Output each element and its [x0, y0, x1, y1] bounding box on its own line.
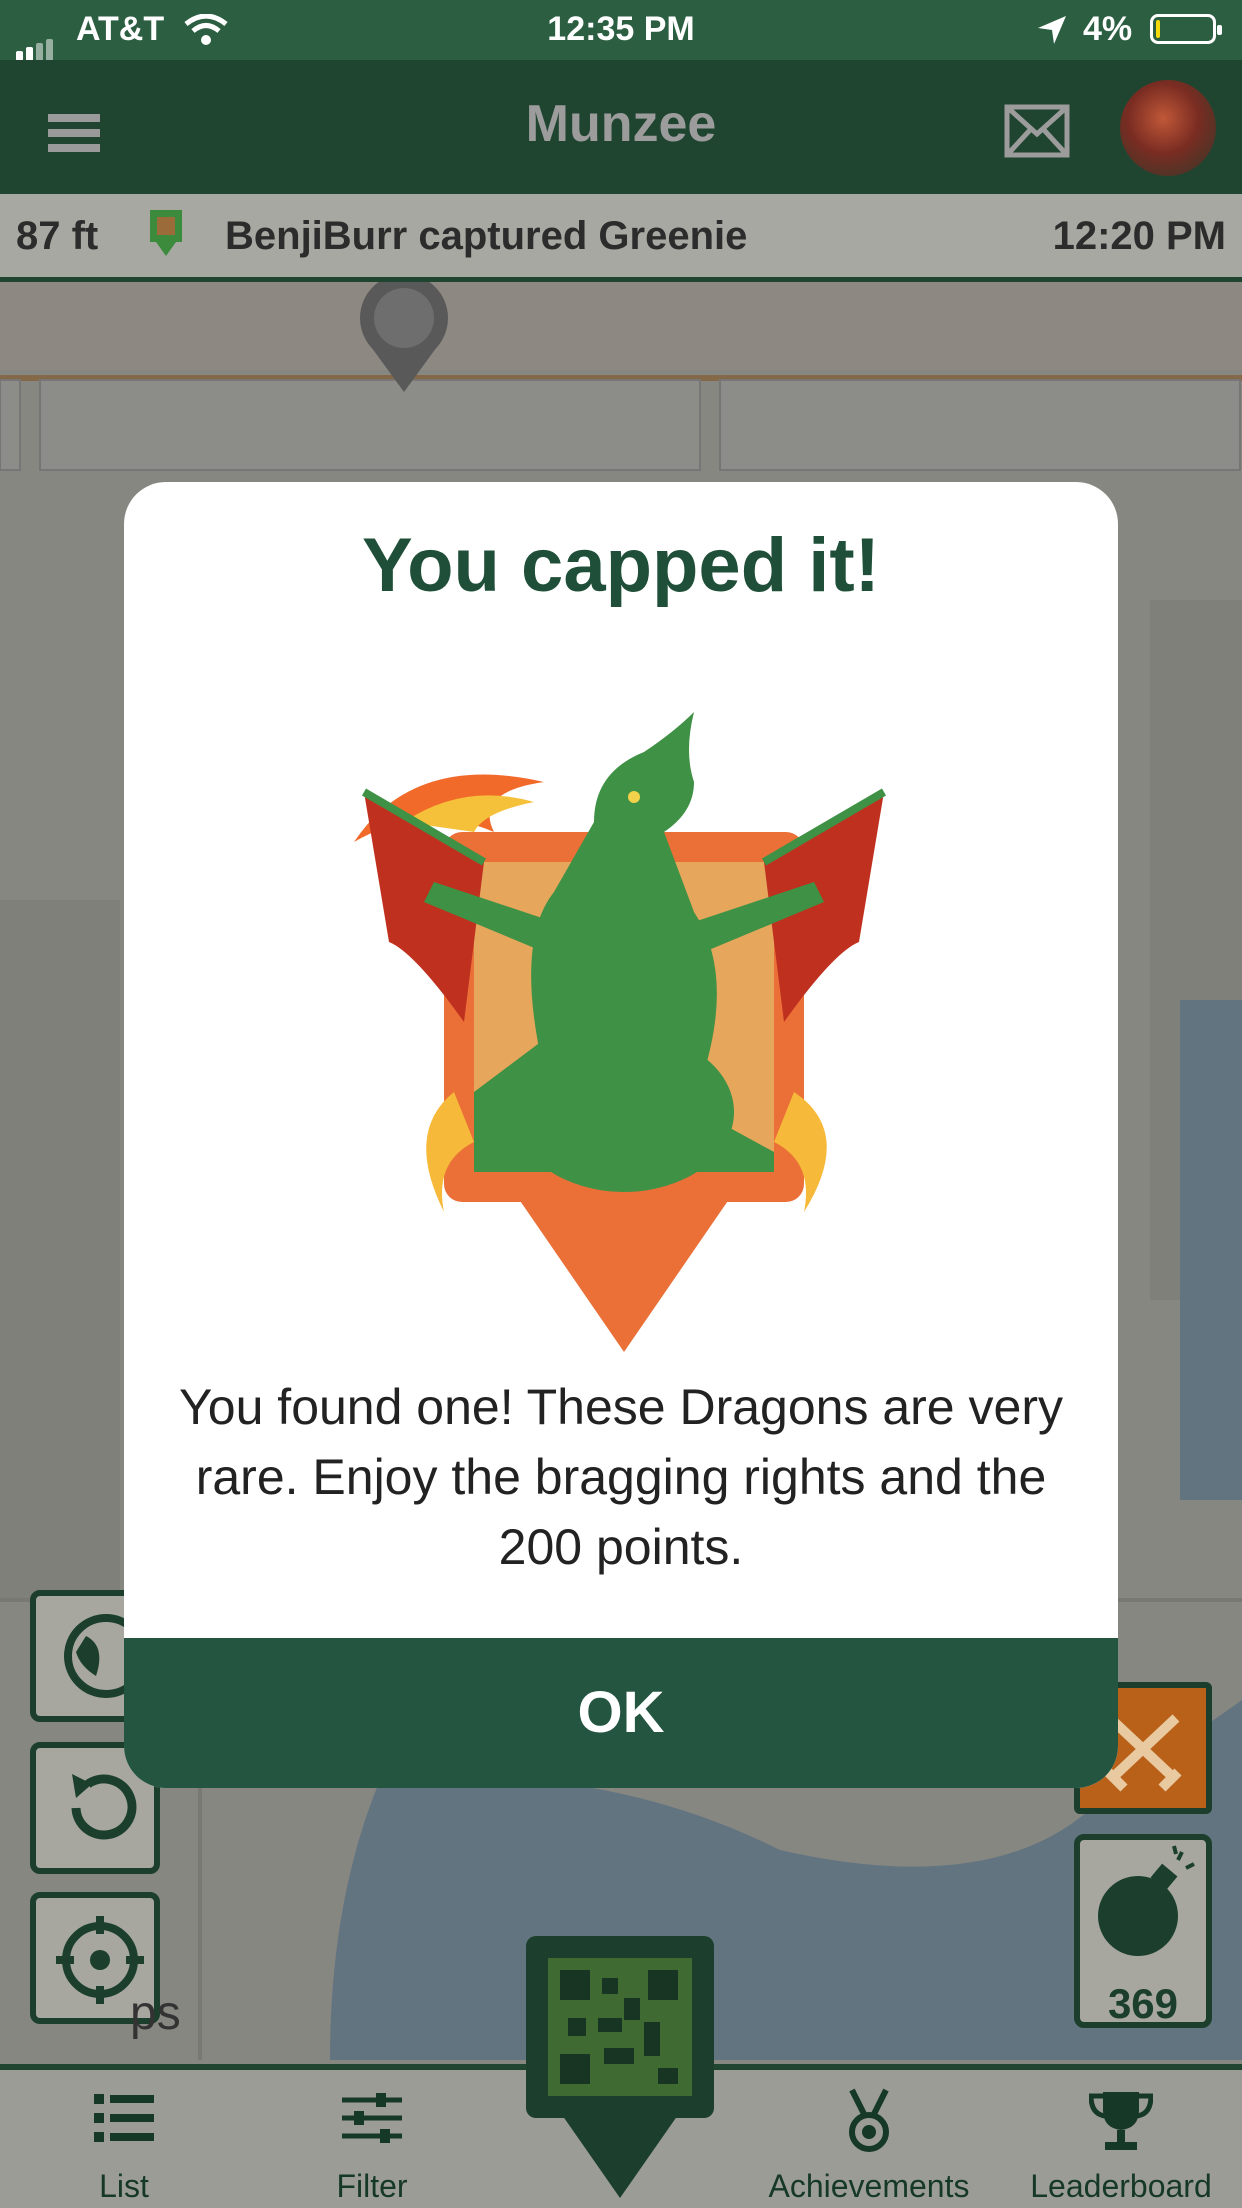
qr-code-icon [548, 1958, 692, 2096]
activity-ticker[interactable]: 87 ft BenjiBurr captured Greenie 12:20 P… [0, 194, 1242, 282]
ok-button[interactable]: OK [124, 1638, 1118, 1788]
capture-button-pointer [560, 2112, 680, 2198]
status-bar: AT&T 12:35 PM 4% [0, 0, 1242, 61]
tab-list[interactable]: List [24, 2070, 224, 2208]
greenie-pin-icon [150, 210, 182, 256]
battery-icon [1150, 14, 1222, 44]
capture-button[interactable] [526, 1936, 714, 2118]
location-arrow-icon [1038, 16, 1066, 44]
tab-filter-label: Filter [336, 2168, 408, 2204]
dragon-munzee-icon [354, 712, 887, 1352]
trophy-icon [1089, 2092, 1153, 2150]
activity-distance: 87 ft [16, 214, 99, 258]
tab-achievements[interactable]: Achievements [764, 2070, 974, 2208]
medal-icon [849, 2088, 889, 2152]
nav-bar: Munzee [0, 60, 1242, 194]
bomb-button[interactable]: 369 [1074, 1834, 1212, 2028]
tab-leaderboard-label: Leaderboard [1030, 2168, 1212, 2204]
dialog-message: You found one! These Dragons are very ra… [179, 1379, 1063, 1575]
map-label: ps [130, 1987, 181, 2040]
list-icon [94, 2094, 154, 2142]
battery-percent: 4% [1083, 10, 1133, 48]
bomb-count: 369 [1107, 1980, 1179, 2027]
mail-icon[interactable] [1004, 104, 1070, 158]
tab-achievements-label: Achievements [768, 2168, 970, 2204]
filter-icon [342, 2093, 402, 2143]
activity-time: 12:20 PM [1052, 214, 1226, 258]
tab-leaderboard[interactable]: Leaderboard [1016, 2070, 1226, 2208]
tab-filter[interactable]: Filter [272, 2070, 472, 2208]
bomb-icon [1098, 1845, 1195, 1956]
avatar[interactable] [1120, 80, 1216, 176]
dialog-heading: You capped it! [362, 523, 880, 608]
capture-dialog: You capped it! You found one! These Drag… [124, 482, 1118, 1788]
activity-message: BenjiBurr captured Greenie [225, 214, 748, 258]
tab-list-label: List [99, 2168, 149, 2204]
